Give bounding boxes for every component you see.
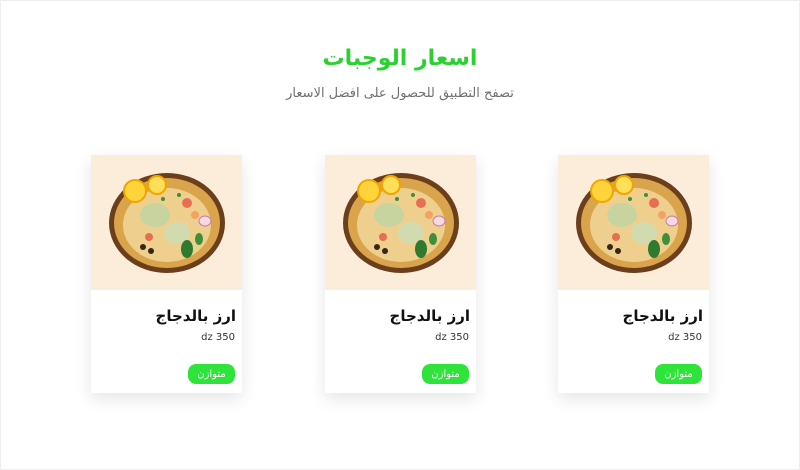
- meal-name: ارز بالدجاج: [389, 307, 470, 325]
- meal-card[interactable]: ارز بالدجاج dz 350 متوازن: [558, 155, 709, 393]
- meal-badge-button[interactable]: متوازن: [422, 364, 469, 384]
- chicken-rice-dish-icon: [109, 173, 225, 273]
- meal-image: [325, 155, 476, 290]
- chicken-rice-dish-icon: [343, 173, 459, 273]
- meal-card[interactable]: ارز بالدجاج dz 350 متوازن: [325, 155, 476, 393]
- chicken-rice-dish-icon: [576, 173, 692, 273]
- meal-name: ارز بالدجاج: [155, 307, 236, 325]
- meal-badge-button[interactable]: متوازن: [655, 364, 702, 384]
- meal-price: dz 350: [668, 332, 702, 343]
- meal-name: ارز بالدجاج: [622, 307, 703, 325]
- meal-card[interactable]: ارز بالدجاج dz 350 متوازن: [91, 155, 242, 393]
- meal-price: dz 350: [201, 332, 235, 343]
- section-title: اسعار الوجبات: [322, 46, 478, 71]
- meal-image: [558, 155, 709, 290]
- meal-badge-button[interactable]: متوازن: [188, 364, 235, 384]
- section-subtitle: تصفح التطبيق للحصول على افضل الاسعار: [286, 86, 514, 101]
- meal-image: [91, 155, 242, 290]
- meal-price: dz 350: [435, 332, 469, 343]
